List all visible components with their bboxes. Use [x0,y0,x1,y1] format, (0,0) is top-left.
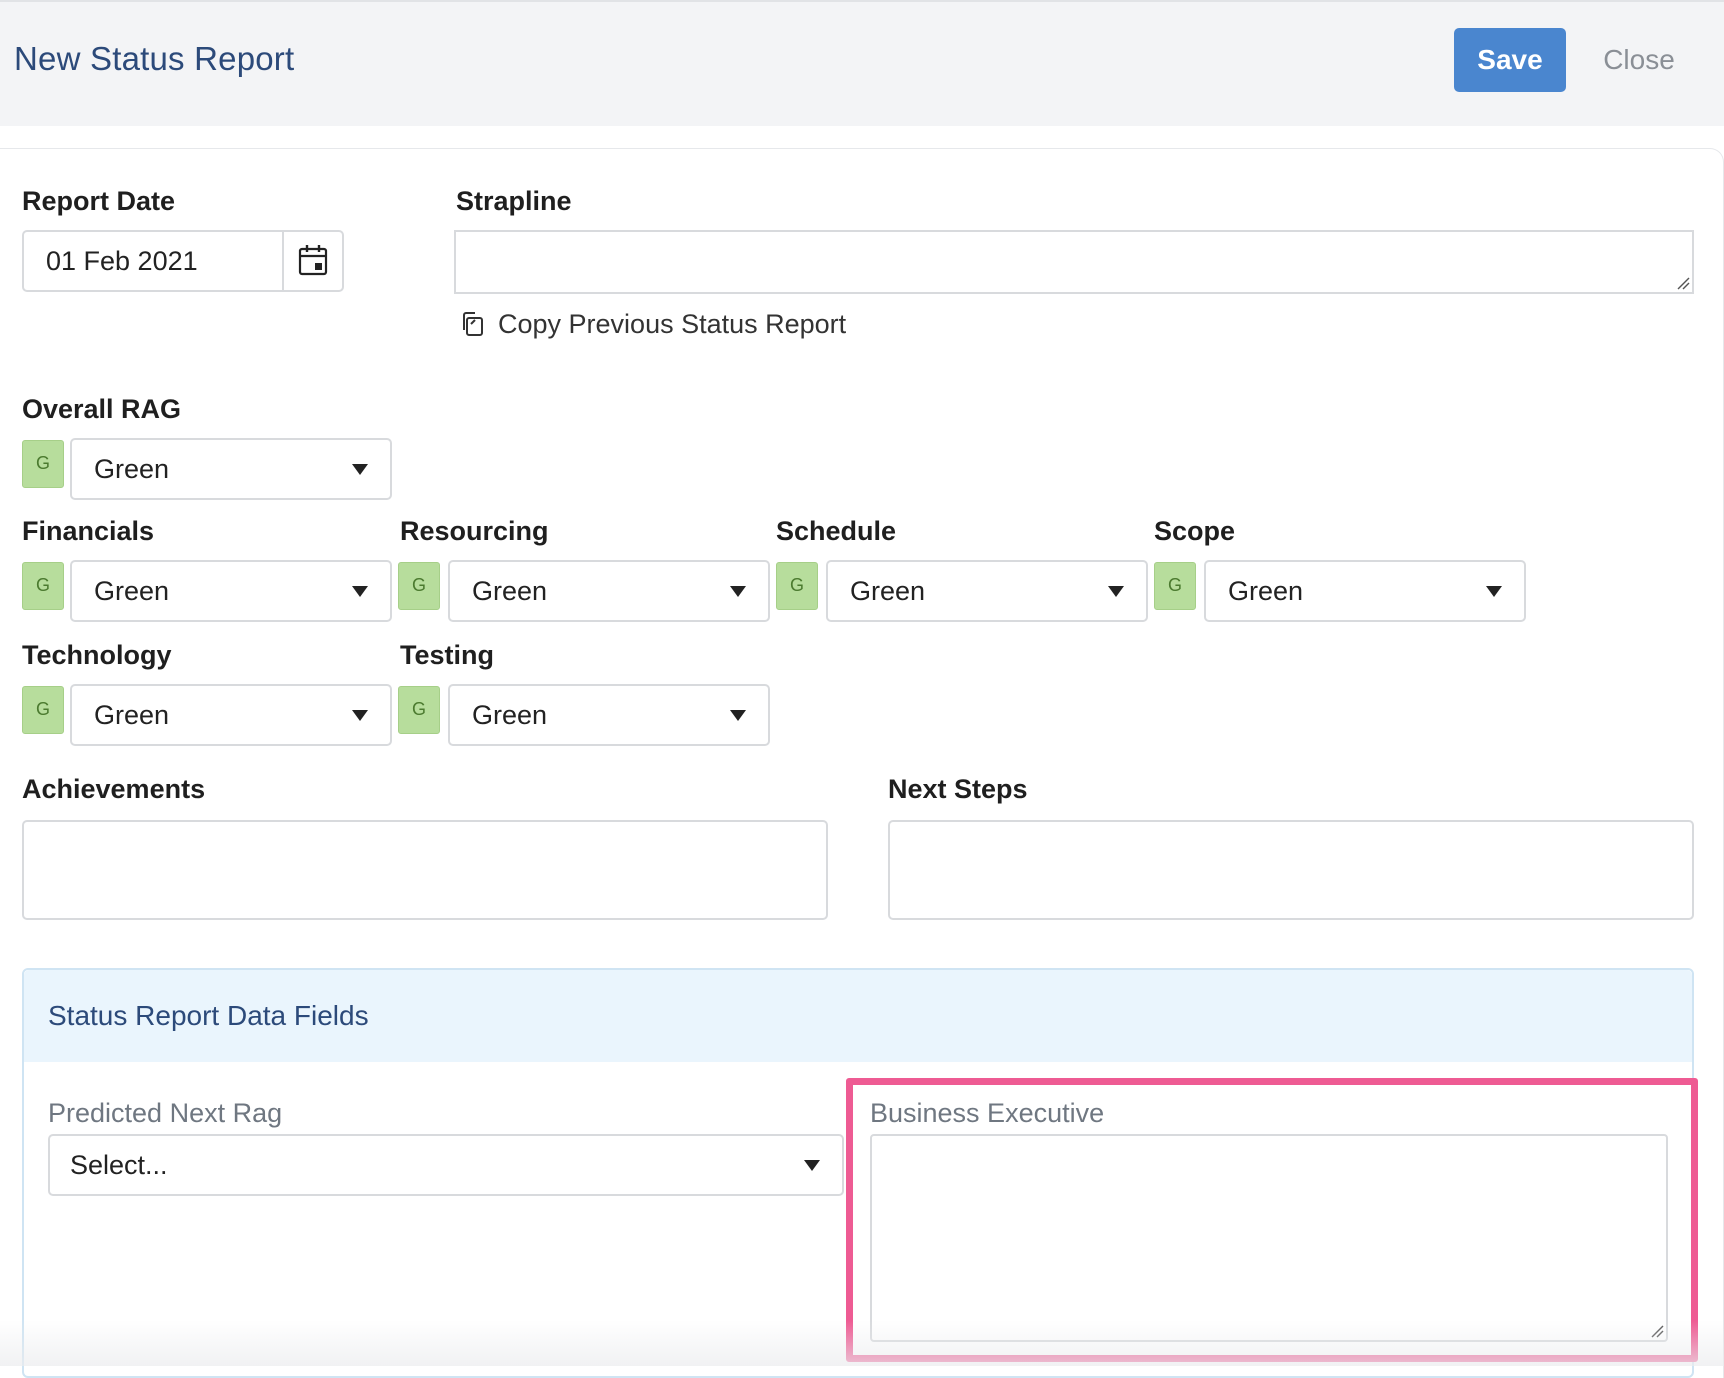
predicted-next-rag-select[interactable]: Select... [48,1134,844,1196]
resize-grip-icon[interactable] [1650,1324,1664,1338]
copy-icon [463,312,483,336]
financials-label: Financials [22,516,155,546]
resourcing-value: Green [472,576,548,606]
technology-badge: G [22,686,64,734]
chevron-down-icon [1108,586,1124,597]
chevron-down-icon [730,710,746,721]
date-divider [282,232,284,290]
chevron-down-icon [352,464,368,475]
scope-label: Scope [1154,516,1236,546]
technology-select[interactable]: Green [70,684,392,746]
next-steps-textarea[interactable] [888,820,1694,920]
chevron-down-icon [352,710,368,721]
resize-grip-icon[interactable] [1676,276,1690,290]
financials-value: Green [94,576,170,606]
strapline-label: Strapline [456,186,572,216]
overall-rag-label: Overall RAG [22,394,182,424]
testing-select[interactable]: Green [448,684,770,746]
achievements-label: Achievements [22,774,206,804]
predicted-next-rag-value: Select... [70,1150,168,1180]
schedule-select[interactable]: Green [826,560,1148,622]
chevron-down-icon [804,1160,820,1171]
report-date-value: 01 Feb 2021 [46,246,198,276]
testing-value: Green [472,700,548,730]
resourcing-label: Resourcing [400,516,549,546]
scope-badge: G [1154,562,1196,610]
schedule-value: Green [850,576,926,606]
testing-label: Testing [400,640,494,670]
resourcing-select[interactable]: Green [448,560,770,622]
technology-value: Green [94,700,170,730]
resourcing-badge: G [398,562,440,610]
business-executive-label: Business Executive [870,1098,1105,1128]
predicted-next-rag-label: Predicted Next Rag [48,1098,283,1128]
close-button[interactable]: Close [1584,28,1694,92]
overall-rag-badge: G [22,440,64,488]
data-fields-title: Status Report Data Fields [48,1000,369,1031]
data-fields-header: Status Report Data Fields [24,970,1692,1062]
copy-previous-link[interactable]: Copy Previous Status Report [458,306,846,342]
financials-badge: G [22,562,64,610]
copy-previous-label: Copy Previous Status Report [498,308,847,339]
page-title: New Status Report [14,40,295,77]
business-executive-textarea[interactable] [870,1134,1668,1342]
report-date-input[interactable]: 01 Feb 2021 [22,230,344,292]
chevron-down-icon [1486,586,1502,597]
schedule-label: Schedule [776,516,897,546]
report-date-label: Report Date [22,186,176,216]
scope-value: Green [1228,576,1304,606]
chevron-down-icon [352,586,368,597]
save-button[interactable]: Save [1454,28,1566,92]
chevron-down-icon [730,586,746,597]
scope-select[interactable]: Green [1204,560,1526,622]
overall-rag-select[interactable]: Green [70,438,392,500]
financials-select[interactable]: Green [70,560,392,622]
strapline-textarea[interactable] [454,230,1694,294]
overall-rag-value: Green [94,454,170,484]
schedule-badge: G [776,562,818,610]
next-steps-label: Next Steps [888,774,1028,804]
technology-label: Technology [22,640,172,670]
header-bar: New Status Report Save Close [0,0,1724,126]
achievements-textarea[interactable] [22,820,828,920]
testing-badge: G [398,686,440,734]
calendar-icon[interactable] [298,244,328,276]
